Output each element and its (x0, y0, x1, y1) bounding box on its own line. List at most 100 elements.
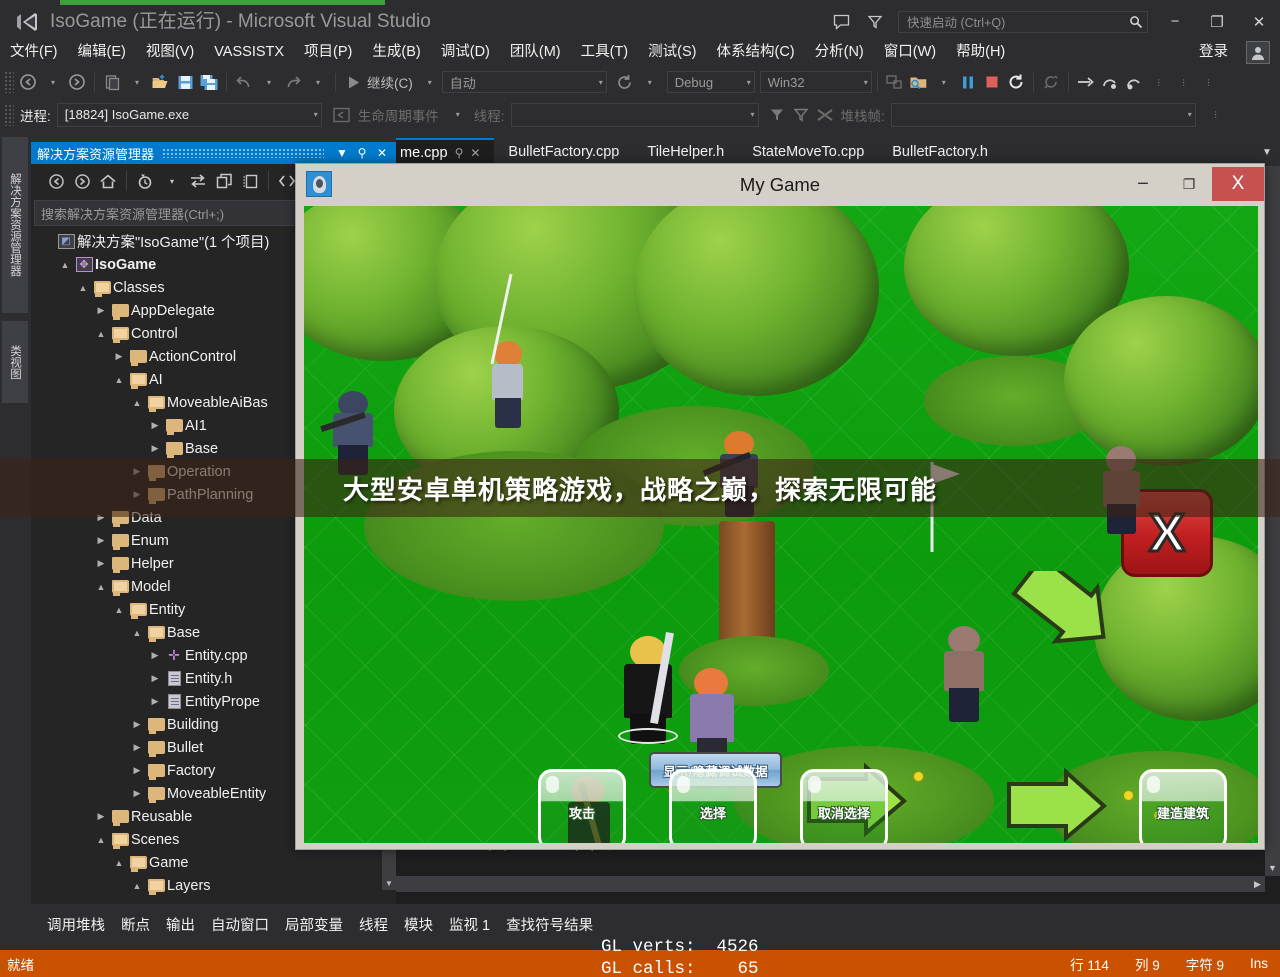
game-close-button[interactable]: X (1212, 167, 1264, 201)
navigate-back-dropdown-icon[interactable]: ▾ (41, 69, 65, 95)
editor-horizontal-scrollbar[interactable]: ▶ (396, 876, 1265, 892)
new-item-dropdown-icon[interactable]: ▾ (125, 69, 149, 95)
back-arrow-icon[interactable] (43, 168, 69, 194)
tree-twisty-icon[interactable]: ▶ (147, 696, 163, 707)
editor-vertical-scrollbar[interactable]: ▼ (1265, 166, 1280, 876)
menu-item-analyze[interactable]: 分析(N) (805, 38, 874, 66)
platform-auto-combo[interactable]: 自动 ▾ (442, 71, 607, 93)
collapse-all-icon[interactable] (237, 168, 263, 194)
restart-icon[interactable] (1004, 69, 1028, 95)
tree-twisty-icon[interactable]: ▶ (129, 742, 145, 753)
new-item-icon[interactable] (100, 69, 124, 95)
overflow-chevron-icon[interactable]: ⋮ (1147, 69, 1171, 95)
tree-twisty-icon[interactable]: ▶ (111, 351, 127, 362)
filter-icon[interactable] (858, 5, 892, 38)
window-minimize-button[interactable]: − (1154, 5, 1196, 38)
home-icon[interactable] (95, 168, 121, 194)
find-dropdown-icon[interactable]: ▾ (932, 69, 956, 95)
stackframe-combo[interactable]: ▾ (891, 103, 1196, 127)
overflow-chevron-icon[interactable]: ⋮ (1172, 69, 1196, 95)
menu-item-file[interactable]: 文件(F) (0, 38, 68, 66)
lifecycle-label[interactable]: 生命周期事件 (354, 105, 445, 125)
tree-twisty-icon[interactable]: ▲ (93, 329, 109, 339)
thread-filter-clear-icon[interactable] (789, 102, 813, 128)
feedback-icon[interactable] (824, 5, 858, 38)
tree-twisty-icon[interactable]: ▲ (111, 858, 127, 868)
process-combo[interactable]: [18824] IsoGame.exe ▾ (57, 103, 322, 127)
tree-twisty-icon[interactable]: ▲ (111, 605, 127, 615)
stop-icon[interactable] (980, 69, 1004, 95)
lifecycle-dropdown-icon[interactable]: ▾ (446, 102, 470, 128)
refresh-dropdown-icon[interactable]: ▾ (638, 69, 662, 95)
tab-me-cpp[interactable]: me.cpp ⚲ ✕ (396, 138, 494, 166)
bottom-tab-output[interactable]: 输出 (158, 910, 203, 942)
menu-item-architecture[interactable]: 体系结构(C) (706, 38, 804, 66)
tab-bulletfactory-cpp[interactable]: BulletFactory.cpp (494, 138, 633, 166)
bottom-tab-threads[interactable]: 线程 (351, 910, 396, 942)
window-close-button[interactable]: ✕ (1238, 5, 1280, 38)
refresh-icon[interactable] (613, 69, 637, 95)
close-icon[interactable]: ✕ (470, 146, 480, 160)
game-minimize-button[interactable]: − (1120, 164, 1166, 204)
pin-icon[interactable]: ⚲ (352, 142, 372, 164)
bottom-tab-autos[interactable]: 自动窗口 (203, 910, 277, 942)
tree-twisty-icon[interactable]: ▲ (129, 628, 145, 638)
tree-twisty-icon[interactable]: ▲ (111, 375, 127, 385)
build-configuration-combo[interactable]: Debug ▾ (667, 71, 755, 93)
vtab-solution-explorer[interactable]: 解决方案资源管理器 (2, 137, 28, 313)
tree-twisty-icon[interactable]: ▶ (93, 811, 109, 822)
scroll-down-icon[interactable]: ▼ (382, 876, 396, 890)
overflow-chevron-icon[interactable]: ⋮ (1204, 102, 1228, 128)
menu-item-edit[interactable]: 编辑(E) (68, 38, 136, 66)
tree-twisty-icon[interactable]: ▲ (129, 398, 145, 408)
open-folder-icon[interactable] (149, 69, 173, 95)
overflow-chevron-icon[interactable]: ⋮ (1197, 69, 1221, 95)
continue-label[interactable]: 继续(C) (365, 72, 417, 92)
bottom-tab-breakpoints[interactable]: 断点 (113, 910, 158, 942)
chevron-down-icon[interactable]: ▾ (159, 168, 185, 194)
tab-tilehelper-h[interactable]: TileHelper.h (633, 138, 738, 166)
menu-item-build[interactable]: 生成(B) (362, 38, 430, 66)
step-into-icon[interactable] (1074, 69, 1098, 95)
menu-item-project[interactable]: 项目(P) (294, 38, 362, 66)
refresh-icon[interactable] (211, 168, 237, 194)
unit-archer[interactable] (484, 341, 532, 431)
chevron-down-icon[interactable]: ▼ (332, 142, 352, 164)
tree-twisty-icon[interactable]: ▲ (75, 283, 91, 293)
pin-icon[interactable]: ⚲ (455, 146, 464, 160)
quick-launch-input[interactable]: 快速启动 (Ctrl+Q) (898, 11, 1148, 33)
menu-item-help[interactable]: 帮助(H) (946, 38, 1015, 66)
tab-bulletfactory-h[interactable]: BulletFactory.h (878, 138, 1002, 166)
undo-dropdown-icon[interactable]: ▾ (257, 69, 281, 95)
close-icon[interactable]: ✕ (372, 142, 392, 164)
vtab-class-view[interactable]: 类视图 (2, 321, 28, 403)
tree-twisty-icon[interactable]: ▶ (93, 558, 109, 569)
tab-overflow-chevron-icon[interactable]: ▼ (1256, 138, 1278, 166)
window-restore-button[interactable]: ❐ (1196, 5, 1238, 38)
tree-item[interactable]: ▲Game (31, 851, 396, 874)
game-button-build[interactable]: 建造建筑 (1139, 769, 1227, 843)
continue-play-icon[interactable] (341, 69, 365, 95)
lifecycle-events-icon[interactable] (330, 102, 354, 128)
redo-dropdown-icon[interactable]: ▾ (306, 69, 330, 95)
tree-twisty-icon[interactable]: ▶ (147, 650, 163, 661)
hot-reload-icon[interactable] (1039, 69, 1063, 95)
menu-item-debug[interactable]: 调试(D) (431, 38, 500, 66)
tree-twisty-icon[interactable]: ▶ (129, 765, 145, 776)
thread-filter-icon[interactable] (765, 102, 789, 128)
sync-with-document-icon[interactable] (185, 168, 211, 194)
tree-twisty-icon[interactable]: ▲ (57, 260, 73, 270)
bottom-tab-locals[interactable]: 局部变量 (277, 910, 351, 942)
tab-statemoveto-cpp[interactable]: StateMoveTo.cpp (738, 138, 878, 166)
tree-twisty-icon[interactable]: ▶ (147, 673, 163, 684)
unit-enemy[interactable] (934, 626, 994, 726)
save-icon[interactable] (173, 69, 197, 95)
game-button-select[interactable]: 选择 (669, 769, 757, 843)
toolbar-grip[interactable] (4, 104, 14, 126)
tree-item[interactable]: ▲Layers (31, 874, 396, 897)
game-button-deselect[interactable]: 取消选择 (800, 769, 888, 843)
redo-icon[interactable] (281, 69, 305, 95)
tree-twisty-icon[interactable]: ▶ (93, 535, 109, 546)
flagged-threads-icon[interactable] (813, 102, 837, 128)
tree-twisty-icon[interactable]: ▶ (93, 305, 109, 316)
